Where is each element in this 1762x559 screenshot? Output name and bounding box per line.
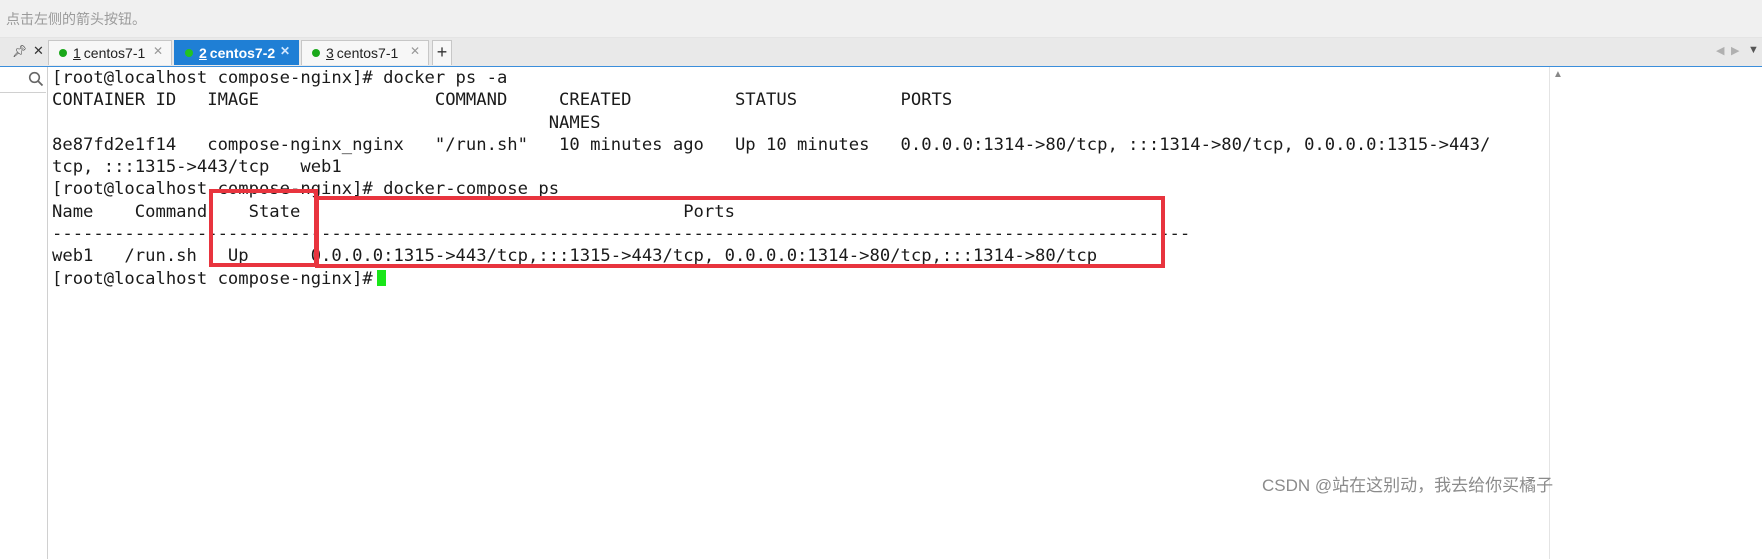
top-hint-bar: 点击左侧的箭头按钮。 [0,0,1762,38]
tab-session-2[interactable]: 2 centos7-2 ✕ [174,40,299,65]
terminal-line: tcp, :::1315->443/tcp web1 [52,157,342,178]
scroll-up-icon[interactable]: ▲ [1553,69,1563,80]
tab-close-icon[interactable]: ✕ [153,44,163,58]
watermark: CSDN @站在这别动，我去给你买橘子 [1262,476,1554,495]
tab-number: 2 [199,45,207,61]
tab-label: centos7-2 [209,45,276,61]
search-icon[interactable] [28,71,44,87]
terminal-line: CONTAINER ID IMAGE COMMAND CREATED STATU… [52,90,953,111]
connected-status-icon [59,49,67,57]
tab-list-dropdown-icon[interactable]: ▼ [1748,44,1759,56]
hint-text: 点击左侧的箭头按钮。 [6,11,146,27]
tab-close-icon[interactable]: ✕ [280,44,290,58]
tab-session-1[interactable]: 1 centos7-1 ✕ [48,40,172,65]
ports-column-highlight [315,196,1165,268]
session-search[interactable] [0,67,46,93]
terminal-line: 8e87fd2e1f14 compose-nginx_nginx "/run.s… [52,134,1491,155]
tab-close-icon[interactable]: ✕ [410,44,420,58]
terminal-line: [root@localhost compose-nginx]# docker p… [52,68,508,88]
terminal-prompt: [root@localhost compose-nginx]# [52,268,373,289]
tab-label: centos7-1 [336,45,399,61]
terminal-prompt-line: [root@localhost compose-nginx]# [52,268,1490,290]
terminal-cursor [376,269,386,286]
pin-icon[interactable]: 📌︎ [12,44,27,58]
terminal-line: NAMES [52,112,601,133]
tab-label: centos7-1 [83,45,146,61]
scroll-right-icon[interactable]: ▶ [1731,44,1739,57]
state-column-highlight [209,189,318,267]
connected-status-icon [312,49,320,57]
connected-status-icon [185,49,193,57]
tab-session-3[interactable]: 3 centos7-1 ✕ [301,40,429,65]
tab-bar: 📌︎ ✕ 1 centos7-1 ✕ 2 centos7-2 ✕ 3 cento… [0,38,1762,67]
close-icon[interactable]: ✕ [33,43,44,59]
new-tab-button[interactable]: + [432,40,452,65]
tab-number: 1 [73,45,81,61]
scroll-left-icon[interactable]: ◀ [1716,44,1724,57]
session-sidebar [0,67,48,559]
tab-number: 3 [326,45,334,61]
